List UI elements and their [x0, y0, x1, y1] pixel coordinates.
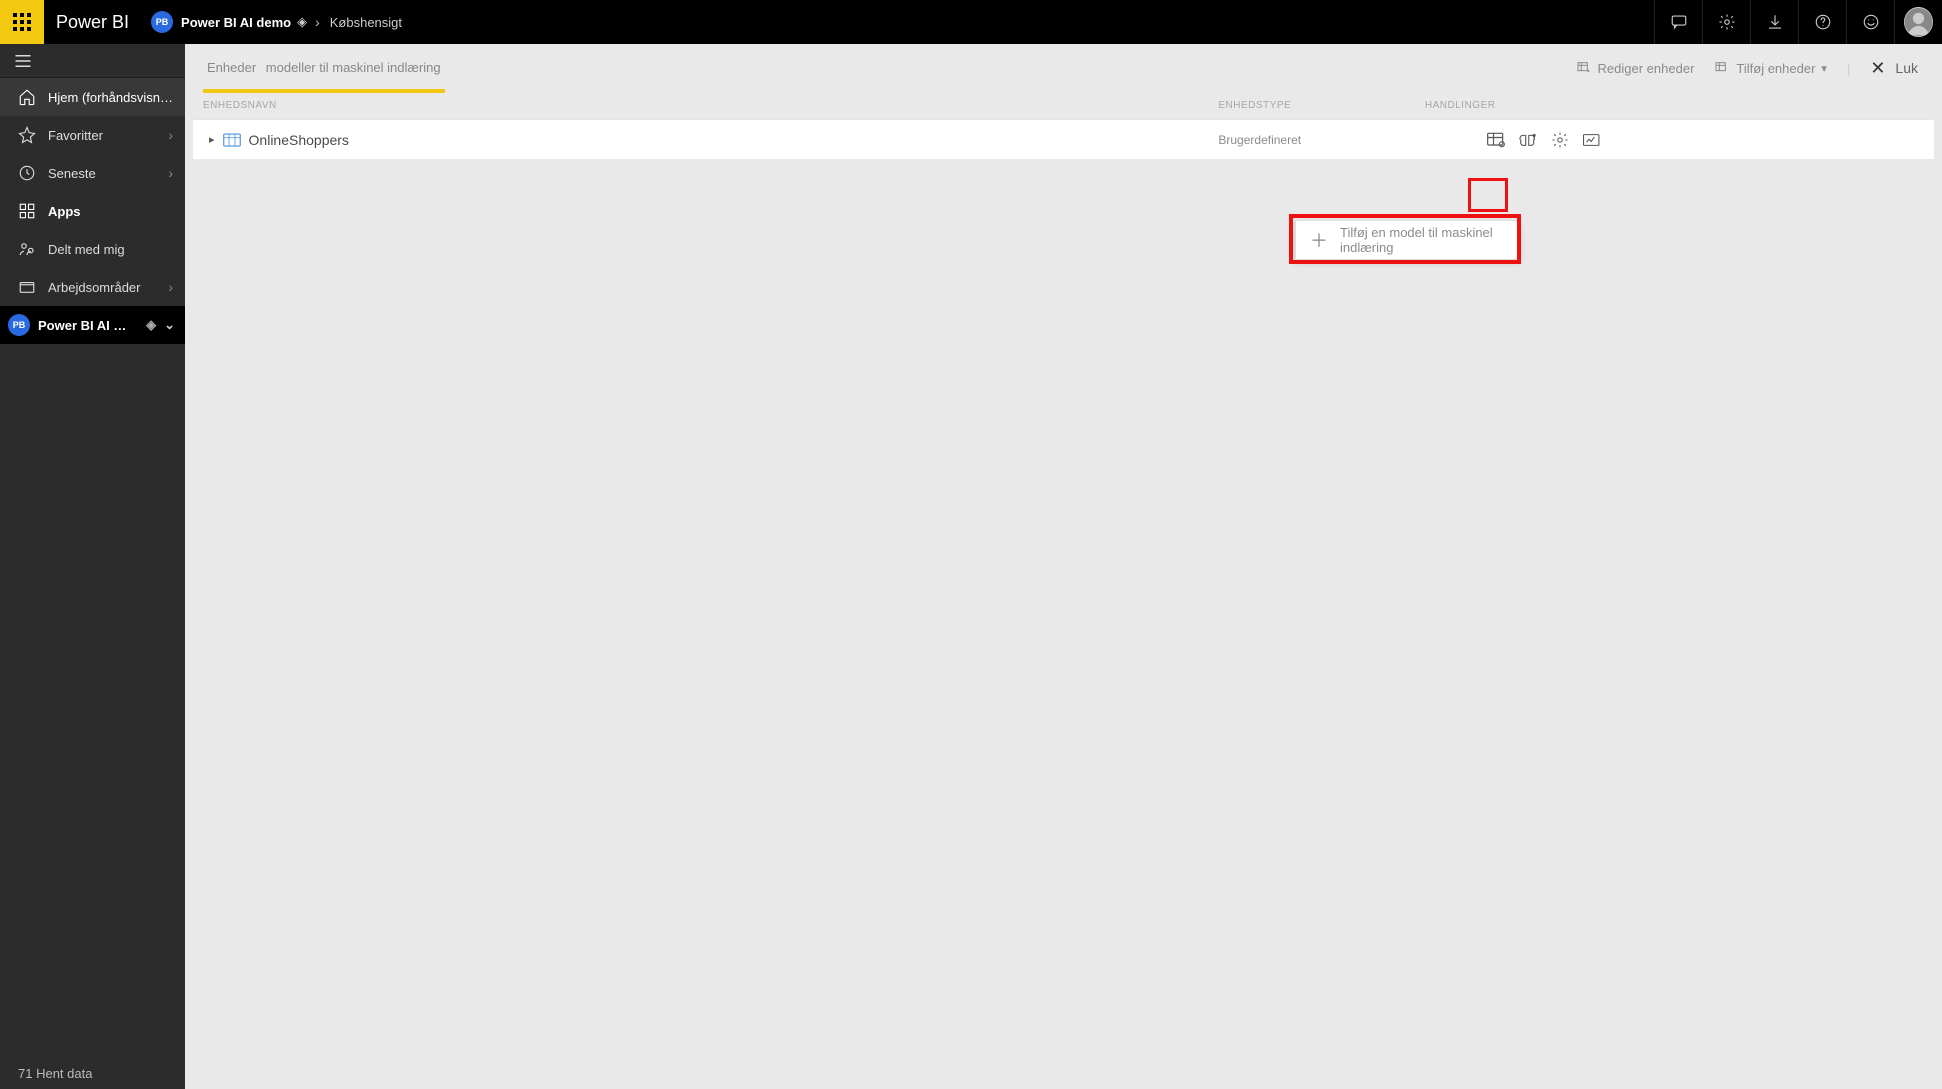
column-header-actions: HANDLINGER — [1425, 100, 1924, 111]
chevron-right-icon: › — [168, 127, 173, 143]
breadcrumb-workspace-badge: PB — [151, 11, 173, 33]
home-icon — [18, 88, 36, 106]
sidebar-item-shared[interactable]: Delt med mig — [0, 230, 185, 268]
gear-icon — [1718, 13, 1736, 31]
chat-icon — [1670, 13, 1688, 31]
sidebar-label-apps: Apps — [48, 204, 173, 219]
sidebar-label-favorites: Favoritter — [48, 128, 156, 143]
table-add-icon — [1714, 60, 1730, 76]
tab-group: Enheder modeller til maskinel indlæring — [203, 44, 445, 92]
sidebar: Hjem (forhåndsvisning) Favoritter › Sene… — [0, 44, 185, 1089]
sidebar-label-home: Hjem (forhåndsvisning) — [48, 90, 173, 105]
action-view-data-button[interactable] — [1485, 129, 1507, 151]
sidebar-item-recent[interactable]: Seneste › — [0, 154, 185, 192]
premium-diamond-icon: ◈ — [146, 317, 156, 333]
chevron-right-icon: › — [168, 165, 173, 181]
workspace-badge: PB — [8, 314, 30, 336]
expand-row-button[interactable]: ▸ — [209, 133, 215, 146]
chevron-down-icon: ⌄ — [164, 317, 175, 333]
apps-icon — [18, 202, 36, 220]
page-toolbar: Enheder modeller til maskinel indlæring … — [185, 44, 1942, 92]
add-entities-label: Tilføj enheder — [1736, 61, 1815, 76]
sidebar-item-apps[interactable]: Apps — [0, 192, 185, 230]
workspaces-icon — [18, 278, 36, 296]
workspace-selector[interactable]: PB Power BI AI … ◈ ⌄ — [0, 306, 185, 344]
edit-entities-label: Rediger enheder — [1598, 61, 1695, 76]
sidebar-item-home[interactable]: Hjem (forhåndsvisning) — [0, 78, 185, 116]
column-header-type: ENHEDSTYPE — [1218, 100, 1425, 111]
help-icon — [1814, 13, 1832, 31]
get-data-link[interactable]: 71 Hent data — [0, 1057, 185, 1089]
shared-icon — [18, 240, 36, 258]
table-edit-icon — [1576, 60, 1592, 76]
sidebar-label-workspaces: Arbejdsområder — [48, 280, 156, 295]
table-header: ENHEDSNAVN ENHEDSTYPE HANDLINGER — [193, 92, 1934, 119]
settings-button[interactable] — [1702, 0, 1750, 44]
action-settings-button[interactable] — [1549, 129, 1571, 151]
sidebar-item-workspaces[interactable]: Arbejdsområder › — [0, 268, 185, 306]
breadcrumb-current: Købshensigt — [330, 15, 402, 30]
gear-icon — [1550, 131, 1570, 149]
close-button[interactable]: ✕ Luk — [1864, 54, 1924, 83]
waffle-icon — [13, 13, 31, 31]
star-icon — [18, 126, 36, 144]
sidebar-item-favorites[interactable]: Favoritter › — [0, 116, 185, 154]
sidebar-collapse-button[interactable] — [0, 44, 185, 78]
avatar — [1904, 7, 1933, 37]
clock-icon — [18, 164, 36, 182]
help-button[interactable] — [1798, 0, 1846, 44]
brain-icon — [1518, 131, 1538, 149]
smile-icon — [1862, 13, 1880, 31]
annotation-highlight-icon — [1468, 178, 1508, 212]
download-button[interactable] — [1750, 0, 1798, 44]
insights-icon — [1582, 131, 1602, 149]
hamburger-icon — [14, 54, 32, 68]
entities-table: ENHEDSNAVN ENHEDSTYPE HANDLINGER ▸ Onlin… — [185, 92, 1942, 159]
brand-label: Power BI — [56, 12, 129, 33]
entity-name[interactable]: OnlineShoppers — [249, 132, 349, 148]
add-ml-model-label: Tilføj en model til maskinel indlæring — [1340, 225, 1505, 255]
notifications-button[interactable] — [1654, 0, 1702, 44]
chevron-right-icon: › — [168, 279, 173, 295]
action-insights-button[interactable] — [1581, 129, 1603, 151]
entity-type: Brugerdefineret — [1218, 133, 1425, 147]
plus-icon: ＋ — [1310, 227, 1328, 253]
breadcrumb-chevron-icon: › — [315, 14, 320, 30]
download-icon — [1766, 13, 1784, 31]
breadcrumb-workspace[interactable]: Power BI AI demo — [181, 15, 291, 30]
app-launcher-button[interactable] — [0, 0, 44, 44]
table-entity-icon — [223, 133, 241, 147]
close-icon: ✕ — [1870, 58, 1885, 79]
add-ml-model-dropdown[interactable]: ＋ Tilføj en model til maskinel indlæring — [1295, 220, 1520, 260]
tab-entities-label: Enheder — [207, 60, 256, 75]
main-area: Enheder modeller til maskinel indlæring … — [185, 44, 1942, 1089]
toolbar-separator: | — [1841, 61, 1856, 76]
tab-entities[interactable]: Enheder modeller til maskinel indlæring — [203, 44, 445, 92]
table-row: ▸ OnlineShoppers Brugerdefineret — [193, 119, 1934, 159]
sidebar-label-shared: Delt med mig — [48, 242, 173, 257]
tab-ml-models-label: modeller til maskinel indlæring — [266, 60, 441, 75]
action-ml-model-button[interactable] — [1517, 129, 1539, 151]
premium-diamond-icon: ◈ — [297, 14, 307, 30]
top-icon-group — [1654, 0, 1942, 44]
get-data-label: 71 Hent data — [18, 1066, 92, 1081]
chevron-down-icon: ▾ — [1821, 62, 1827, 75]
sidebar-label-recent: Seneste — [48, 166, 156, 181]
top-bar: Power BI PB Power BI AI demo ◈ › Købshen… — [0, 0, 1942, 44]
close-label: Luk — [1895, 60, 1918, 76]
account-button[interactable] — [1894, 0, 1942, 44]
workspace-selector-label: Power BI AI … — [38, 318, 138, 333]
feedback-button[interactable] — [1846, 0, 1894, 44]
edit-entities-button[interactable]: Rediger enheder — [1570, 56, 1701, 80]
column-header-name: ENHEDSNAVN — [203, 100, 1218, 111]
add-entities-button[interactable]: Tilføj enheder ▾ — [1708, 56, 1833, 80]
row-actions — [1425, 129, 1924, 151]
